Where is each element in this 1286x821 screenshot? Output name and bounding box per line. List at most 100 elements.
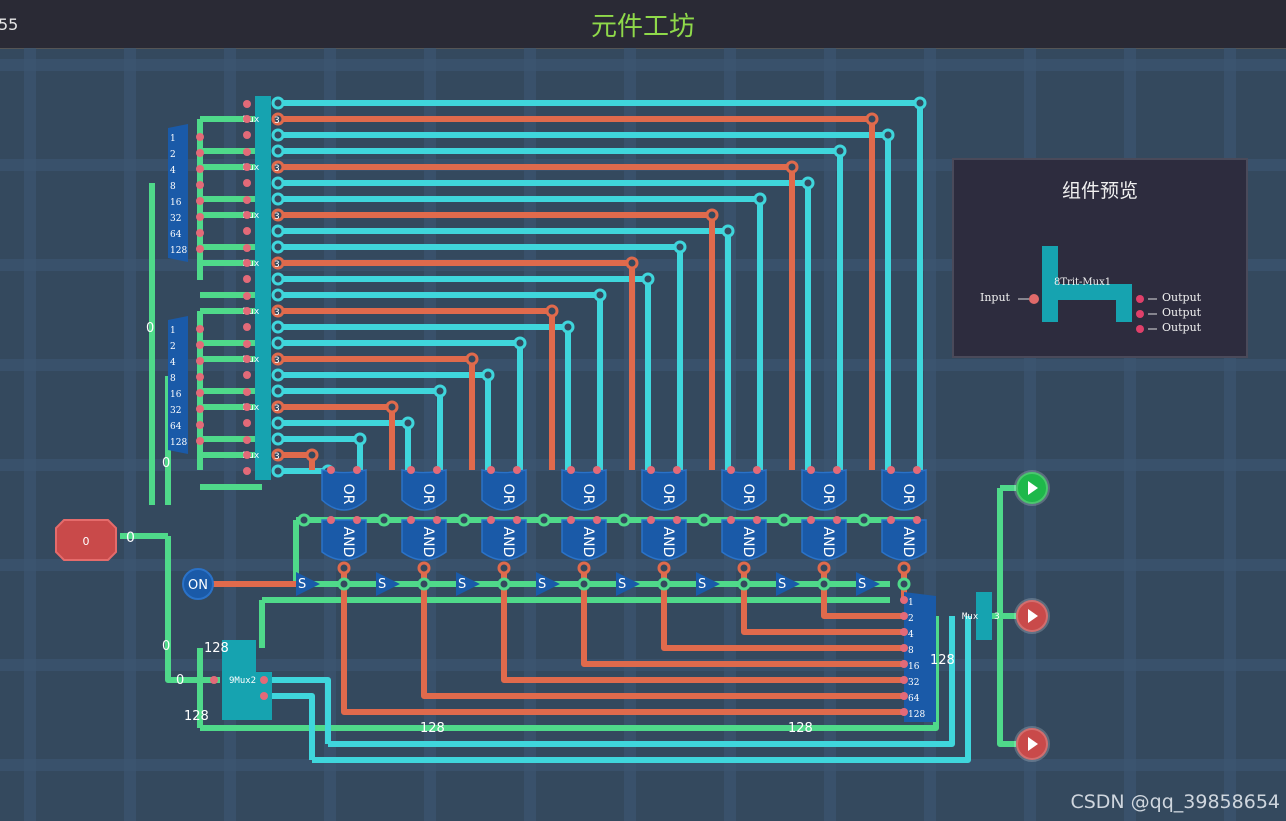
pin	[196, 405, 204, 413]
pin	[647, 466, 655, 474]
wire-node	[801, 176, 815, 190]
pin	[196, 325, 204, 333]
pin	[243, 244, 251, 252]
pin	[753, 516, 761, 524]
wire-node	[271, 144, 285, 158]
wire-node	[271, 192, 285, 206]
wire-node	[271, 128, 285, 142]
and-gate-label: AND	[420, 527, 436, 558]
pin	[196, 389, 204, 397]
pin	[243, 179, 251, 187]
pin	[260, 692, 268, 700]
pin	[196, 357, 204, 365]
wire-node	[401, 416, 415, 430]
pin	[593, 516, 601, 524]
wire-node	[465, 352, 479, 366]
pin	[210, 676, 218, 684]
pin	[196, 197, 204, 205]
wire-node	[297, 513, 311, 527]
pin	[407, 516, 415, 524]
pin	[807, 516, 815, 524]
switch-gate-label: S	[698, 577, 706, 592]
wire-node	[625, 256, 639, 270]
wire-node	[417, 561, 431, 575]
wire-node	[271, 464, 285, 478]
mux-count: 3	[274, 452, 280, 462]
wire-node	[271, 96, 285, 110]
or-gate-label: OR	[660, 484, 676, 505]
switch-gate-label: S	[778, 577, 786, 592]
window-title: 元件工坊	[590, 12, 695, 42]
wire-node	[545, 304, 559, 318]
and-gate-label: AND	[500, 527, 516, 558]
pin	[243, 275, 251, 283]
pin	[196, 149, 204, 157]
pin	[833, 516, 841, 524]
pin	[196, 229, 204, 237]
wire-value-label: 0	[162, 456, 170, 471]
bit-splitter	[168, 316, 188, 454]
mux-count: 3	[274, 356, 280, 366]
wire-node	[657, 577, 671, 591]
wire-node	[271, 320, 285, 334]
preview-symbol	[1018, 246, 1157, 333]
wire-node	[271, 384, 285, 398]
pin	[513, 516, 521, 524]
wire-node	[377, 513, 391, 527]
pin	[913, 516, 921, 524]
and-gate-label: AND	[580, 527, 596, 558]
grid-line	[0, 359, 1286, 371]
wire-node	[913, 96, 927, 110]
wire-node	[337, 577, 351, 591]
bit-label: 32	[170, 406, 181, 416]
wire-value-label: 128	[184, 709, 209, 724]
pin	[900, 676, 908, 684]
mux-count: 3	[274, 116, 280, 126]
pin	[243, 355, 251, 363]
pin	[487, 516, 495, 524]
pin	[407, 466, 415, 474]
preview-component-name: 8Trit-Mux1	[1054, 277, 1112, 288]
wire-node	[513, 336, 527, 350]
wire-node	[897, 577, 911, 591]
pin	[900, 708, 908, 716]
wire-node	[337, 561, 351, 575]
switch-gate-label: S	[858, 577, 866, 592]
pin	[196, 341, 204, 349]
and-gate-label: AND	[900, 527, 916, 558]
pin	[196, 181, 204, 189]
pin	[593, 466, 601, 474]
pin	[243, 163, 251, 171]
or-gate-label: OR	[500, 484, 516, 505]
wire	[264, 677, 331, 744]
wire-node	[817, 561, 831, 575]
wire-value-label: 128	[930, 653, 955, 668]
wire-value-label: 0	[176, 673, 184, 688]
wire-node	[457, 513, 471, 527]
bit-label: 8	[170, 374, 176, 384]
switch-gate-label: S	[298, 577, 306, 592]
wire	[278, 468, 331, 474]
pin	[887, 516, 895, 524]
wire-node	[721, 224, 735, 238]
grid-line	[0, 459, 1286, 471]
pin	[753, 466, 761, 474]
title-bar: 55 元件工坊	[0, 0, 1286, 49]
wire-node	[271, 240, 285, 254]
pin	[833, 466, 841, 474]
pin	[900, 692, 908, 700]
wire-node	[785, 160, 799, 174]
wire-node	[481, 368, 495, 382]
wire-node	[561, 320, 575, 334]
bit-label: 2	[170, 342, 176, 352]
wire-node	[271, 288, 285, 302]
or-gate-label: OR	[900, 484, 916, 505]
pin	[243, 148, 251, 156]
wire-node	[897, 561, 911, 575]
wire-node	[353, 432, 367, 446]
wire-node	[737, 577, 751, 591]
wire-node	[497, 577, 511, 591]
or-gate-label: OR	[340, 484, 356, 505]
wire-node	[673, 240, 687, 254]
pin	[567, 516, 575, 524]
